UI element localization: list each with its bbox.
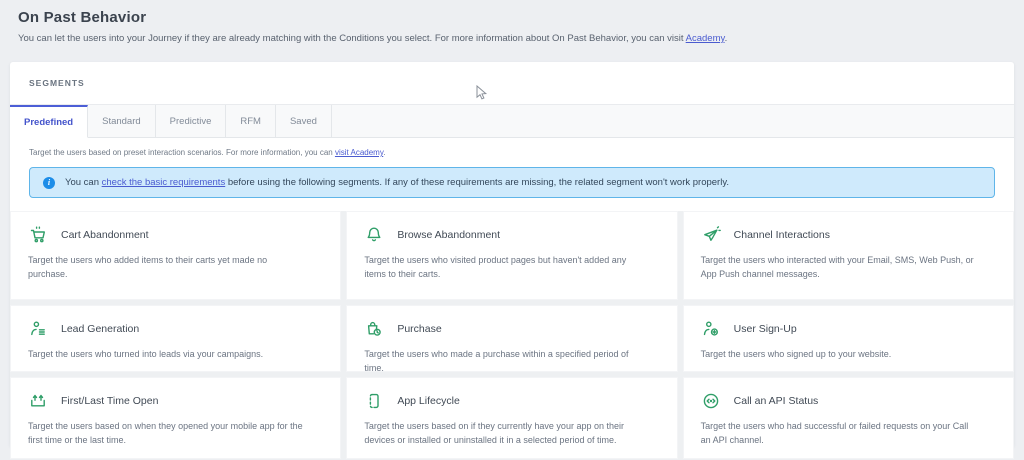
card-title: Cart Abandonment xyxy=(61,229,149,241)
segments-header-bar: SEGMENTS xyxy=(10,62,1014,105)
card-first-last-time-open[interactable]: First/Last Time Open Target the users ba… xyxy=(10,377,341,459)
app-lifecycle-icon xyxy=(364,391,384,411)
bell-icon xyxy=(364,225,384,245)
card-head: Lead Generation xyxy=(28,319,323,339)
first-last-open-icon xyxy=(28,391,48,411)
card-title: First/Last Time Open xyxy=(61,395,158,407)
tab-predefined[interactable]: Predefined xyxy=(10,105,88,138)
card-head: Browse Abandonment xyxy=(364,225,659,245)
academy-link[interactable]: Academy xyxy=(686,33,725,44)
card-description: Target the users based on if they curren… xyxy=(364,420,642,448)
tab-saved[interactable]: Saved xyxy=(276,105,332,137)
segments-heading: SEGMENTS xyxy=(29,78,85,88)
requirements-banner: i You can check the basic requirements b… xyxy=(29,167,995,198)
page-subtitle-text: You can let the users into your Journey … xyxy=(18,33,686,44)
card-description: Target the users who added items to thei… xyxy=(28,254,306,282)
banner-prefix: You can xyxy=(65,177,102,188)
card-app-lifecycle[interactable]: App Lifecycle Target the users based on … xyxy=(346,377,677,459)
banner-suffix: before using the following segments. If … xyxy=(225,177,729,188)
lead-icon xyxy=(28,319,48,339)
card-title: App Lifecycle xyxy=(397,395,459,407)
card-description: Target the users who interacted with you… xyxy=(701,254,979,282)
card-head: First/Last Time Open xyxy=(28,391,323,411)
card-head: App Lifecycle xyxy=(364,391,659,411)
api-icon xyxy=(701,391,721,411)
tab-description: Target the users based on preset interac… xyxy=(29,148,995,157)
card-head: Purchase xyxy=(364,319,659,339)
card-title: Browse Abandonment xyxy=(397,229,500,241)
card-description: Target the users who visited product pag… xyxy=(364,254,642,282)
page-header: On Past Behavior You can let the users i… xyxy=(18,9,1008,44)
card-title: User Sign-Up xyxy=(734,323,797,335)
page-subtitle: You can let the users into your Journey … xyxy=(18,33,1008,44)
card-purchase[interactable]: Purchase Target the users who made a pur… xyxy=(346,305,677,372)
segment-cards-grid: Cart Abandonment Target the users who ad… xyxy=(10,211,1014,459)
banner-text: You can check the basic requirements bef… xyxy=(65,177,729,188)
tab-standard[interactable]: Standard xyxy=(88,105,156,137)
tab-rfm[interactable]: RFM xyxy=(226,105,276,137)
card-description: Target the users who turned into leads v… xyxy=(28,348,306,362)
cart-icon xyxy=(28,225,48,245)
card-head: Channel Interactions xyxy=(701,225,996,245)
card-head: Cart Abandonment xyxy=(28,225,323,245)
tab-description-text: Target the users based on preset interac… xyxy=(29,148,335,157)
card-description: Target the users who had successful or f… xyxy=(701,420,979,448)
card-description: Target the users who made a purchase wit… xyxy=(364,348,642,376)
segments-tab-strip: Predefined Standard Predictive RFM Saved xyxy=(10,105,1014,138)
segments-panel: SEGMENTS Predefined Standard Predictive … xyxy=(10,62,1014,447)
card-title: Lead Generation xyxy=(61,323,139,335)
card-description: Target the users based on when they open… xyxy=(28,420,306,448)
card-head: User Sign-Up xyxy=(701,319,996,339)
send-icon xyxy=(701,225,721,245)
card-head: Call an API Status xyxy=(701,391,996,411)
info-icon: i xyxy=(43,177,55,189)
tab-description-end: . xyxy=(383,148,385,157)
user-plus-icon xyxy=(701,319,721,339)
card-call-an-api-status[interactable]: Call an API Status Target the users who … xyxy=(683,377,1014,459)
card-title: Purchase xyxy=(397,323,441,335)
card-channel-interactions[interactable]: Channel Interactions Target the users wh… xyxy=(683,211,1014,300)
card-cart-abandonment[interactable]: Cart Abandonment Target the users who ad… xyxy=(10,211,341,300)
card-description: Target the users who signed up to your w… xyxy=(701,348,979,362)
tab-predictive[interactable]: Predictive xyxy=(156,105,227,137)
card-lead-generation[interactable]: Lead Generation Target the users who tur… xyxy=(10,305,341,372)
page-subtitle-end: . xyxy=(725,33,728,44)
card-title: Call an API Status xyxy=(734,395,819,407)
page-title: On Past Behavior xyxy=(18,9,1008,26)
card-title: Channel Interactions xyxy=(734,229,830,241)
basic-requirements-link[interactable]: check the basic requirements xyxy=(102,177,226,188)
visit-academy-link[interactable]: visit Academy xyxy=(335,148,383,157)
card-user-sign-up[interactable]: User Sign-Up Target the users who signed… xyxy=(683,305,1014,372)
purchase-icon xyxy=(364,319,384,339)
card-browse-abandonment[interactable]: Browse Abandonment Target the users who … xyxy=(346,211,677,300)
